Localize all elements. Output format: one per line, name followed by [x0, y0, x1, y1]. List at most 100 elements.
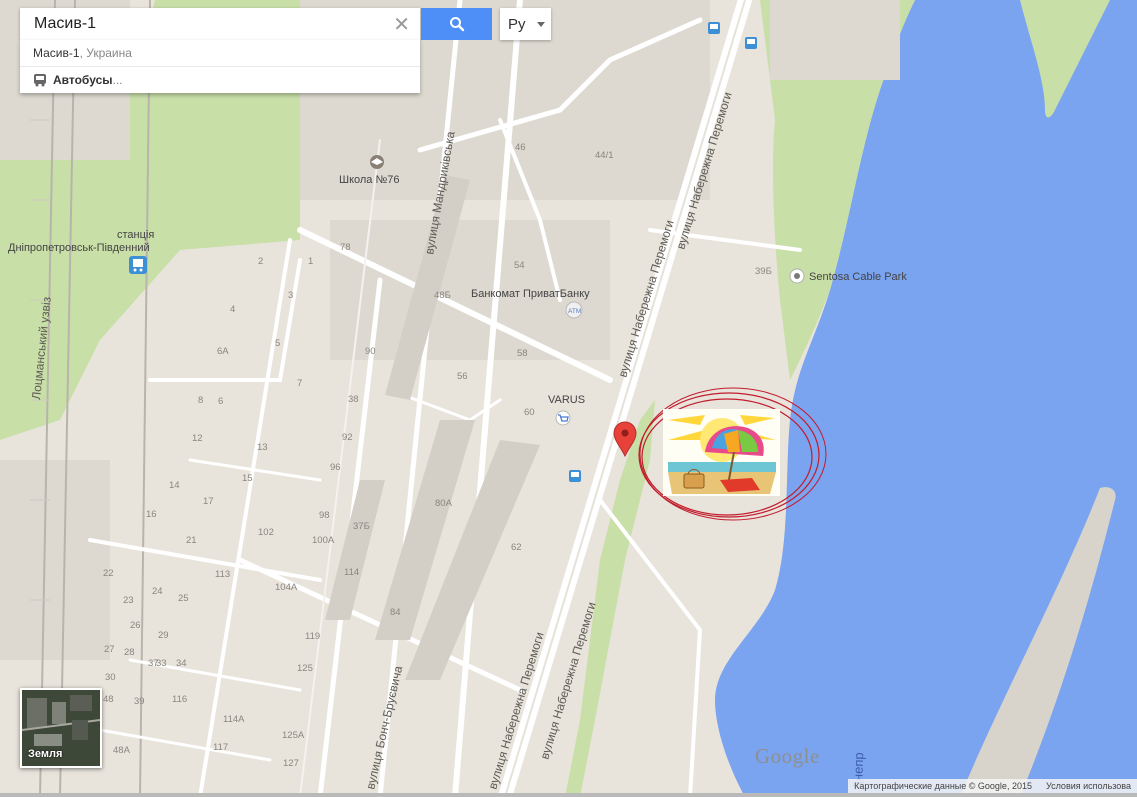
house-number: 102: [258, 527, 274, 538]
house-number: 100А: [312, 535, 335, 546]
house-number: 39Б: [755, 266, 772, 277]
earth-label: Земля: [28, 748, 63, 760]
house-number: 29: [158, 630, 169, 641]
house-number: 125: [297, 663, 313, 674]
earth-view-button[interactable]: Земля: [20, 688, 102, 768]
house-number: 98: [319, 510, 330, 521]
bottom-scrollbar[interactable]: [0, 793, 1137, 797]
house-number: 3: [288, 290, 293, 301]
house-number: 56: [457, 371, 468, 382]
beach-umbrella-icon: [663, 409, 780, 496]
suggestion-sub: , Украина: [79, 46, 132, 60]
bus-stop-mid[interactable]: [745, 37, 757, 49]
terms-link[interactable]: Условия использова: [1046, 781, 1131, 791]
house-number: 84: [390, 607, 401, 618]
suggestion-sub: ...: [112, 73, 123, 87]
house-number: 60: [524, 407, 535, 418]
house-number: 27: [104, 644, 115, 655]
station-label-line2: Дніпропетровськ-Південний: [8, 242, 150, 254]
atm-icon: ATM: [565, 301, 583, 319]
house-number: 14: [169, 480, 180, 491]
house-number: 117: [213, 742, 228, 753]
chevron-down-icon: [537, 22, 545, 27]
house-number: 127: [283, 758, 299, 769]
school-label: Школа №76: [339, 174, 400, 186]
bus-stop-low[interactable]: [569, 470, 581, 482]
search-button[interactable]: [421, 8, 492, 40]
house-number: 28: [124, 647, 135, 658]
language-label: Ру: [508, 15, 526, 33]
house-number: 30: [105, 672, 116, 683]
atm-badge: ATM: [568, 308, 581, 315]
bus-stop-icon: [708, 22, 720, 34]
house-number: 7: [297, 378, 302, 389]
suggestion-item-place[interactable]: Масив-1, Украина: [20, 40, 420, 66]
house-number: 21: [186, 535, 197, 546]
house-number: 5: [275, 338, 280, 349]
attribution-bar: Картографические данные © Google, 2015 У…: [848, 779, 1137, 793]
house-number: 58: [517, 348, 528, 359]
bus-icon: [34, 74, 46, 87]
search-input[interactable]: [32, 14, 376, 34]
house-number: 24: [152, 586, 163, 597]
house-number: 54: [514, 260, 525, 271]
house-number: 39: [134, 696, 145, 707]
map-data-attribution: Картографические данные © Google, 2015: [854, 781, 1032, 791]
house-number: 17: [203, 496, 214, 507]
house-number: 116: [172, 694, 187, 705]
house-number: 113: [215, 569, 230, 580]
house-number: 46: [515, 142, 526, 153]
house-number: 4: [230, 304, 235, 315]
house-number: 25: [178, 593, 189, 604]
station-label-line1: станція: [117, 229, 154, 241]
house-number: 13: [257, 442, 268, 453]
bus-stop-top[interactable]: [708, 22, 720, 34]
train-icon: [129, 256, 147, 274]
house-number: 8: [198, 395, 203, 406]
shopping-cart-icon: [555, 410, 571, 426]
house-number: 2: [258, 256, 263, 267]
house-number: 48А: [113, 745, 131, 756]
house-number: 15: [242, 473, 253, 484]
house-number: 119: [305, 631, 320, 642]
house-number: 125А: [282, 730, 305, 741]
house-number: 80А: [435, 498, 453, 509]
varus-label: VARUS: [548, 394, 585, 406]
sentosa-label: Sentosa Cable Park: [809, 271, 907, 283]
house-number: 23: [123, 595, 134, 606]
search-icon: [449, 17, 464, 32]
house-number: 12: [192, 433, 203, 444]
house-number: 22: [103, 568, 114, 579]
house-number: 78: [340, 242, 351, 253]
map-canvas[interactable]: вулиця Набережна Перемоги вулиця Набереж…: [0, 0, 1137, 797]
house-number: 90: [365, 346, 376, 357]
house-number: 104А: [275, 582, 298, 593]
house-number: 1: [308, 256, 313, 267]
suggestion-main: Автобусы: [53, 73, 113, 87]
house-number: 34: [176, 658, 187, 669]
language-select[interactable]: Ру: [500, 8, 551, 40]
close-icon[interactable]: ✕: [393, 14, 410, 34]
suggestion-main: Масив-1: [33, 46, 80, 60]
park-icon: [789, 268, 805, 284]
bus-stop-icon: [569, 470, 581, 482]
suggestion-list: Масив-1, Украина Автобусы...: [20, 40, 420, 93]
google-logo: Google: [755, 744, 820, 768]
house-number: 37: [148, 658, 159, 669]
house-number: 16: [146, 509, 157, 520]
house-number: 37Б: [353, 521, 370, 532]
house-number: 114А: [223, 714, 245, 725]
house-number: 62: [511, 542, 522, 553]
school-icon: [370, 155, 384, 169]
house-number: 44/1: [595, 150, 614, 161]
house-number: 96: [330, 462, 341, 473]
suggestion-item-buses[interactable]: Автобусы...: [20, 66, 420, 93]
house-number: 48Б: [434, 290, 451, 301]
house-number: 6А: [217, 346, 229, 357]
house-number: 6: [218, 396, 223, 407]
house-number: 26: [130, 620, 141, 631]
atm-label: Банкомат ПриватБанку: [471, 288, 590, 300]
house-number: 114: [344, 567, 359, 578]
house-number: 48: [103, 694, 114, 705]
house-number: 92: [342, 432, 353, 443]
